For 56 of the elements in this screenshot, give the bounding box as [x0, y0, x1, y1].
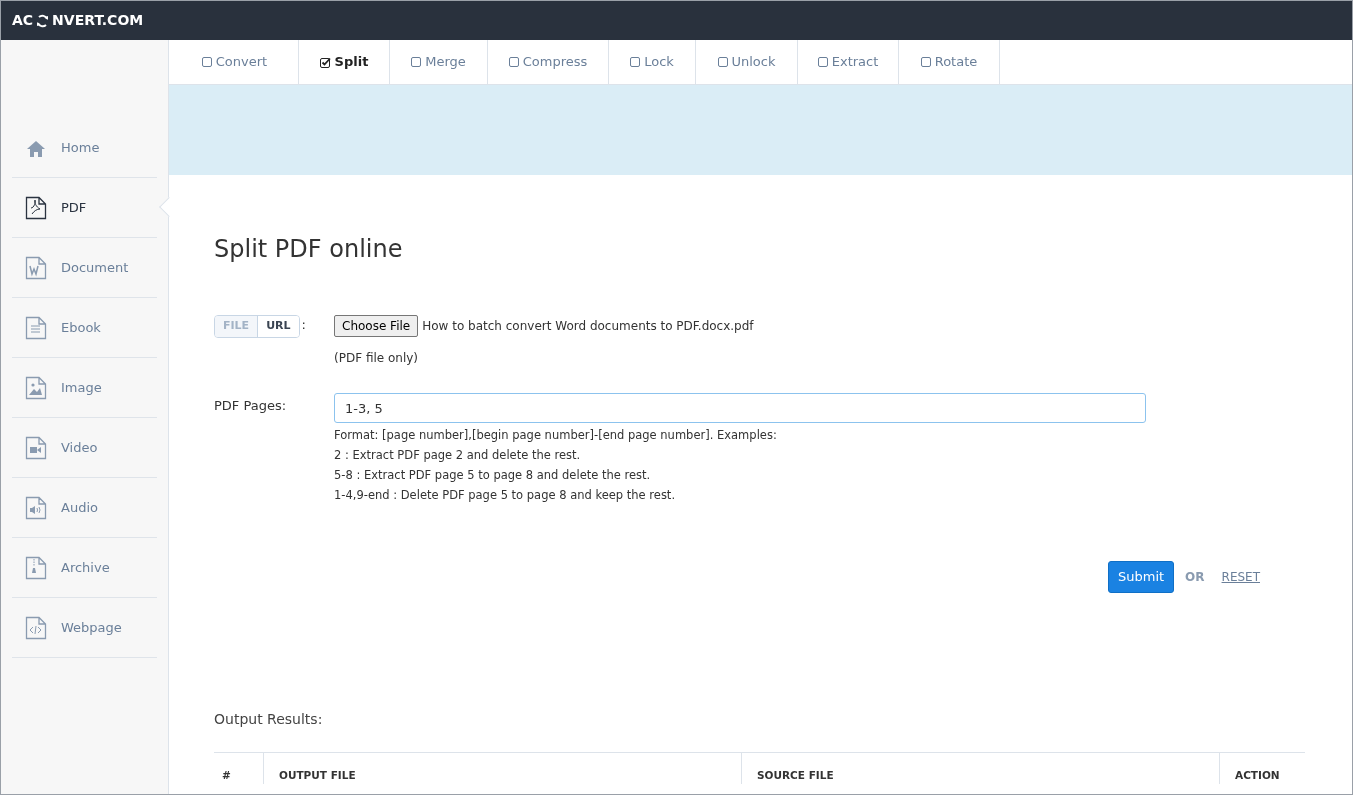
- submit-button[interactable]: Submit: [1107, 561, 1175, 593]
- choose-file-button[interactable]: Choose File: [334, 315, 419, 337]
- or-text: OR: [1185, 569, 1205, 586]
- file-icon: [25, 375, 47, 400]
- reset-link[interactable]: RESET: [1221, 568, 1260, 586]
- checked-checkbox-icon: [319, 56, 331, 68]
- sidebar-item[interactable]: Video: [12, 418, 157, 478]
- tab[interactable]: Rotate: [899, 40, 1000, 84]
- tab[interactable]: Lock: [609, 40, 696, 84]
- sidebar-item[interactable]: Webpage: [12, 598, 157, 658]
- file-icon: [25, 195, 47, 220]
- file-icon: [25, 615, 47, 640]
- sidebar-item[interactable]: Archive: [12, 538, 157, 598]
- tab[interactable]: Convert: [171, 40, 299, 84]
- output-title: Output Results:: [214, 710, 324, 729]
- help-text: 1-4,9-end : Delete PDF page 5 to page 8 and keep the rest.: [334, 487, 677, 504]
- column-header: #: [222, 768, 231, 784]
- file-name: How to batch convert Word documents to PDF.docx.pdf: [422, 318, 754, 335]
- sidebar-item[interactable]: PDF: [12, 178, 157, 238]
- sidebar-item[interactable]: Home: [12, 118, 157, 178]
- colon-text: :: [301, 316, 306, 334]
- file-icon: [25, 255, 47, 280]
- column-header: SOURCE FILE: [757, 768, 834, 784]
- column-header: OUTPUT FILE: [279, 768, 356, 784]
- tab[interactable]: Compress: [488, 40, 609, 84]
- tab[interactable]: Extract: [798, 40, 899, 84]
- checkbox-icon: [717, 57, 728, 67]
- sidebar-item[interactable]: Image: [12, 358, 157, 418]
- help-text: Format: [page number],[begin page number]-[end page number]. Examples:: [334, 427, 778, 444]
- page-title: Split PDF online: [214, 234, 404, 265]
- file-icon: [25, 315, 47, 340]
- file-icon: [25, 495, 47, 520]
- pages-input[interactable]: 1-3, 5: [334, 393, 1146, 423]
- tab[interactable]: Merge: [390, 40, 488, 84]
- column-header: ACTION: [1235, 768, 1280, 784]
- source-tab[interactable]: URL: [257, 316, 299, 337]
- sidebar-item[interactable]: Document: [12, 238, 157, 298]
- sidebar-item[interactable]: Ebook: [12, 298, 157, 358]
- pages-label: PDF Pages:: [214, 397, 288, 415]
- checkbox-icon: [630, 57, 641, 67]
- tab[interactable]: Split: [299, 40, 390, 84]
- file-note: (PDF file only): [334, 350, 420, 367]
- logo-text: AC: [12, 11, 34, 30]
- logo-text: NVERT.COM: [52, 11, 144, 30]
- file-icon: [25, 435, 47, 460]
- sidebar-item[interactable]: Audio: [12, 478, 157, 538]
- refresh-icon: [36, 13, 50, 28]
- checkbox-icon: [920, 57, 931, 67]
- checkbox-icon: [411, 57, 422, 67]
- help-text: 2 : Extract PDF page 2 and delete the rest.: [334, 447, 582, 464]
- tab[interactable]: Unlock: [696, 40, 798, 84]
- help-text: 5-8 : Extract PDF page 5 to page 8 and delete the rest.: [334, 467, 652, 484]
- file-icon: [25, 555, 47, 580]
- checkbox-icon: [508, 57, 519, 67]
- checkbox-icon: [817, 57, 828, 67]
- checkbox-icon: [201, 57, 212, 67]
